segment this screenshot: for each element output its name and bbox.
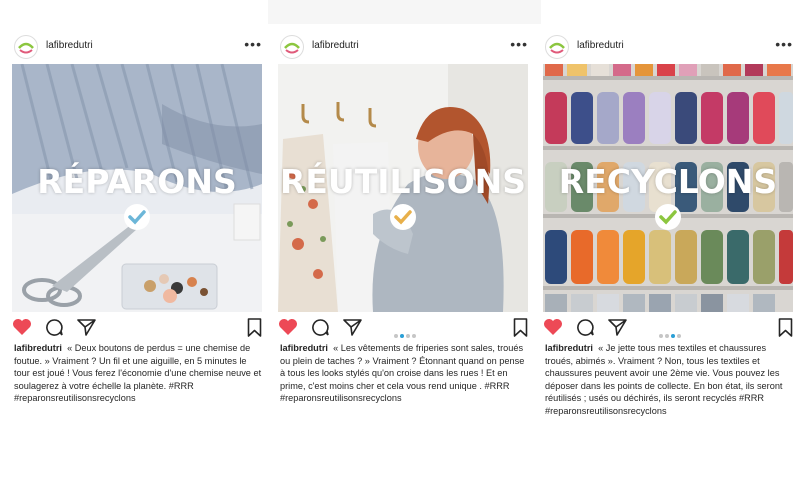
carousel-dot <box>394 334 398 338</box>
check-icon <box>655 204 681 230</box>
post-actions <box>543 312 795 342</box>
top-strip <box>268 0 541 24</box>
bookmark-icon[interactable] <box>513 318 528 342</box>
carousel-dot <box>406 334 410 338</box>
more-icon[interactable]: ••• <box>510 36 528 52</box>
post-actions <box>278 312 530 342</box>
instagram-post-reparons: lafibredutri ••• RÉPARONS lafibredutri «… <box>12 30 264 405</box>
carousel-dot-active <box>400 334 404 338</box>
check-icon <box>124 204 150 230</box>
caption-username[interactable]: lafibredutri <box>14 343 62 353</box>
post-header: lafibredutri ••• <box>278 30 530 64</box>
share-icon[interactable] <box>77 318 96 341</box>
comment-icon[interactable] <box>576 318 595 342</box>
post-header: lafibredutri ••• <box>12 30 264 64</box>
post-actions <box>12 312 264 342</box>
carousel-dot <box>677 334 681 338</box>
post-header: lafibredutri ••• <box>543 30 795 64</box>
instagram-post-recyclons: lafibredutri ••• RECYCLONS lafibredutri … <box>543 30 795 417</box>
instagram-post-reutilisons: lafibredutri ••• RÉUTILISONS lafibredutr… <box>278 30 530 405</box>
username[interactable]: lafibredutri <box>577 40 624 51</box>
profile-avatar[interactable] <box>545 35 569 59</box>
bookmark-icon[interactable] <box>247 318 262 342</box>
comment-icon[interactable] <box>311 318 330 342</box>
post-caption: lafibredutri « Les vêtements de friperie… <box>278 342 530 405</box>
username[interactable]: lafibredutri <box>312 40 359 51</box>
carousel-dot <box>659 334 663 338</box>
post-caption: lafibredutri « Deux boutons de perdus = … <box>12 342 264 405</box>
carousel-dot <box>412 334 416 338</box>
share-icon[interactable] <box>343 318 362 341</box>
carousel-indicator <box>394 325 418 343</box>
check-icon <box>390 204 416 230</box>
overlay-title: RÉUTILISONS <box>279 162 527 201</box>
carousel-dot <box>665 334 669 338</box>
heart-icon[interactable] <box>278 318 298 341</box>
more-icon[interactable]: ••• <box>775 36 793 52</box>
more-icon[interactable]: ••• <box>244 36 262 52</box>
comment-icon[interactable] <box>45 318 64 342</box>
caption-text: « Je jette tous mes textiles et chaussur… <box>545 343 783 416</box>
caption-username[interactable]: lafibredutri <box>545 343 593 353</box>
profile-avatar[interactable] <box>280 35 304 59</box>
overlay-title: RÉPARONS <box>37 162 237 201</box>
post-image-thrift-shop[interactable]: RÉUTILISONS <box>278 64 528 312</box>
post-image-sewing[interactable]: RÉPARONS <box>12 64 262 312</box>
profile-avatar[interactable] <box>14 35 38 59</box>
share-icon[interactable] <box>608 318 627 341</box>
carousel-indicator <box>659 325 683 343</box>
heart-icon[interactable] <box>543 318 563 341</box>
heart-icon[interactable] <box>12 318 32 341</box>
bookmark-icon[interactable] <box>778 318 793 342</box>
post-image-yarn-shelves[interactable]: RECYCLONS <box>543 64 793 312</box>
overlay-title: RECYCLONS <box>558 162 778 201</box>
caption-username[interactable]: lafibredutri <box>280 343 328 353</box>
carousel-dot-active <box>671 334 675 338</box>
username[interactable]: lafibredutri <box>46 40 93 51</box>
post-caption: lafibredutri « Je jette tous mes textile… <box>543 342 795 417</box>
